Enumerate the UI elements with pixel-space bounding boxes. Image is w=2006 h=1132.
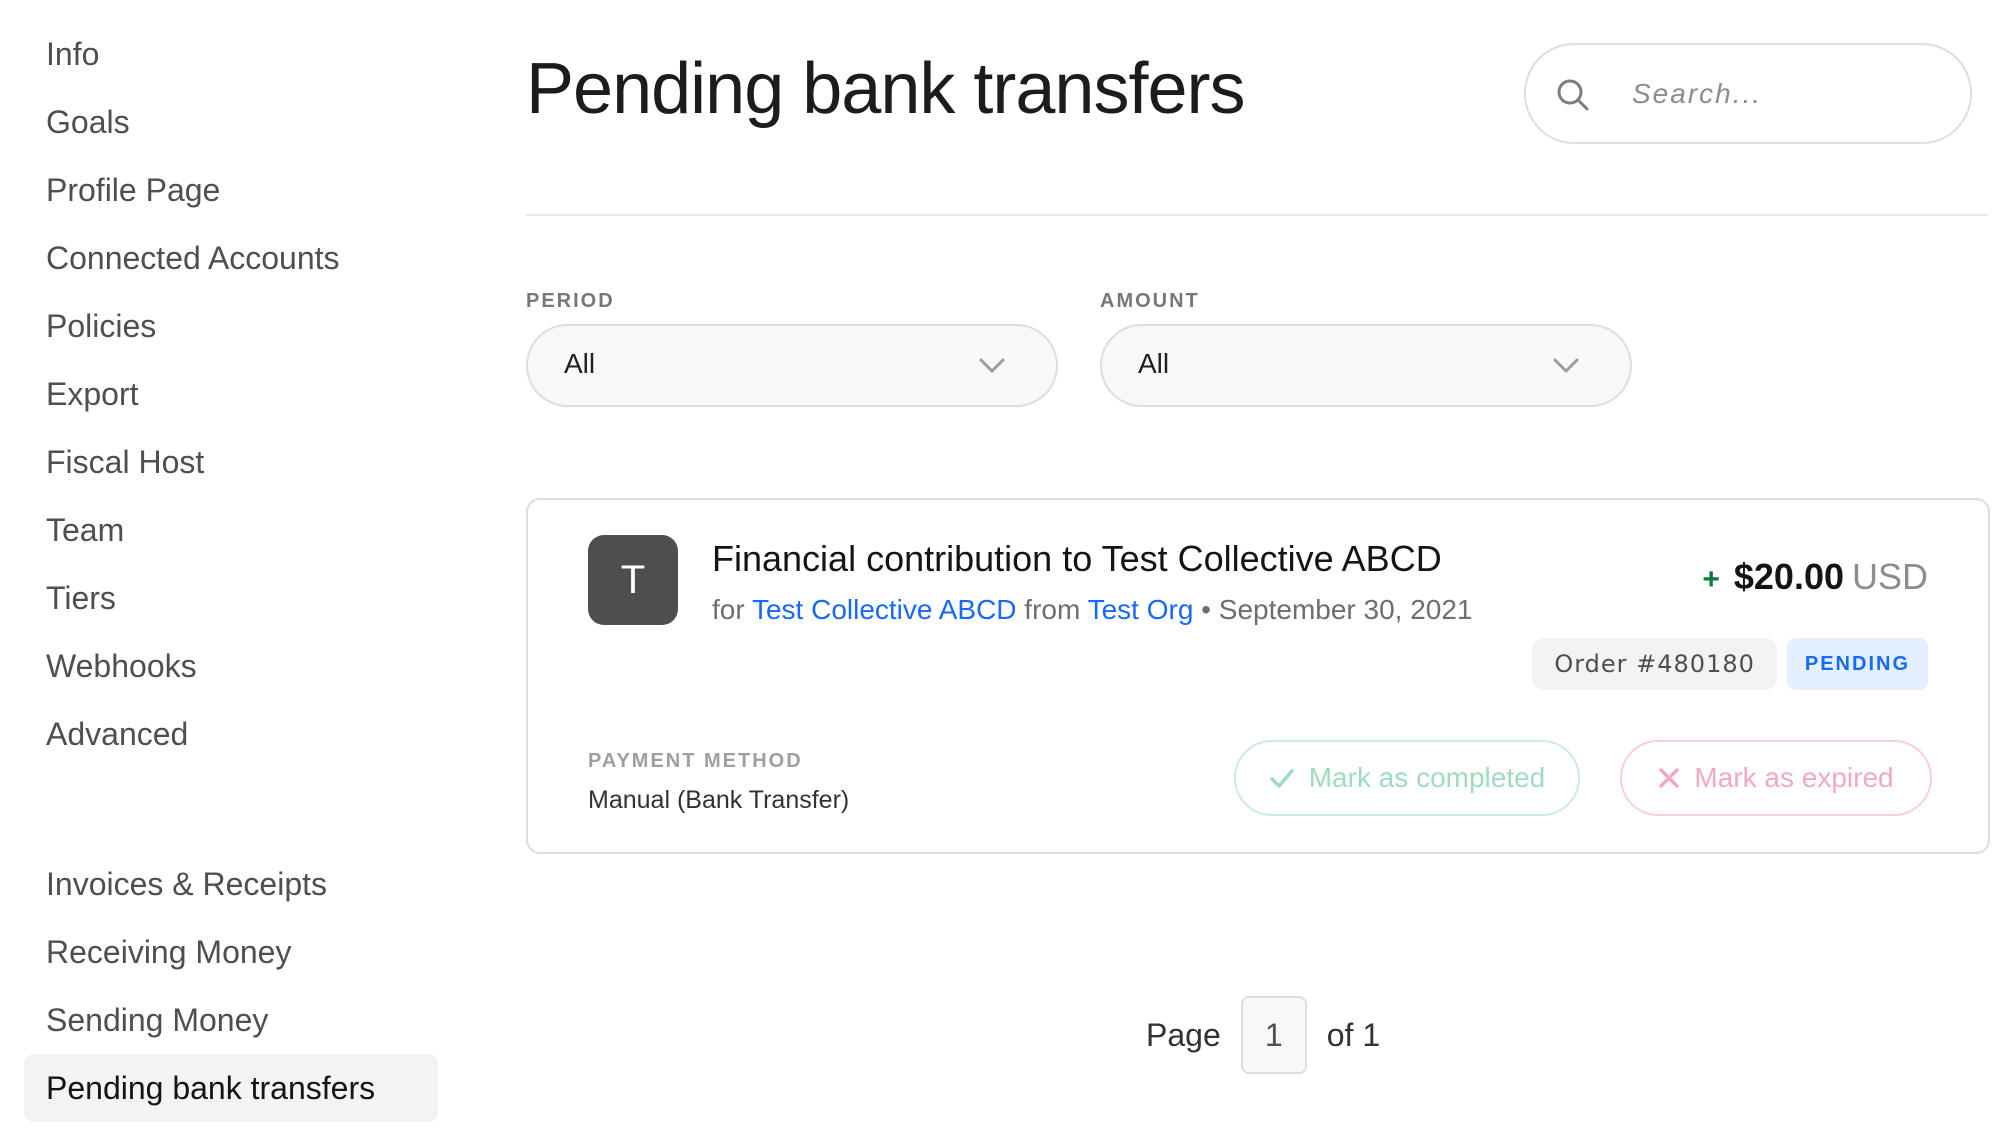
for-text: for — [712, 594, 745, 625]
mark-expired-button[interactable]: Mark as expired — [1620, 740, 1932, 816]
sidebar-item-connected-accounts[interactable]: Connected Accounts — [24, 224, 438, 292]
transfer-card: T Financial contribution to Test Collect… — [526, 498, 1990, 854]
check-icon — [1269, 769, 1294, 788]
mark-completed-label: Mark as completed — [1308, 762, 1546, 793]
transfer-badges: Order #480180 PENDING — [1532, 638, 1928, 690]
search-box[interactable] — [1524, 43, 1972, 144]
header-divider — [526, 214, 1988, 216]
transfer-amount: + $20.00 USD — [1702, 556, 1928, 598]
sidebar-item-sending-money[interactable]: Sending Money — [24, 986, 438, 1054]
sidebar-item-export[interactable]: Export — [24, 360, 438, 428]
page-total: of 1 — [1326, 1016, 1381, 1053]
amount-filter: AMOUNT All — [1100, 288, 1632, 407]
settings-sidebar: Info Goals Profile Page Connected Accoun… — [24, 20, 438, 768]
sidebar-item-pending-bank-transfers[interactable]: Pending bank transfers — [24, 1054, 438, 1122]
page-label: Page — [1146, 1016, 1221, 1053]
sidebar-item-goals[interactable]: Goals — [24, 88, 438, 156]
from-text: from — [1024, 594, 1081, 625]
search-icon — [1556, 78, 1590, 112]
sidebar-item-team[interactable]: Team — [24, 496, 438, 564]
sidebar-item-advanced[interactable]: Advanced — [24, 700, 438, 768]
sidebar-item-receiving-money[interactable]: Receiving Money — [24, 918, 438, 986]
search-input[interactable] — [1632, 71, 1932, 117]
transfer-date: September 30, 2021 — [1218, 594, 1473, 625]
avatar[interactable]: T — [588, 535, 678, 625]
chevron-down-icon — [978, 354, 1006, 376]
page-number-input[interactable]: 1 — [1240, 996, 1307, 1074]
status-badge: PENDING — [1786, 638, 1928, 690]
settings-sidebar-host: Invoices & Receipts Receiving Money Send… — [24, 850, 438, 1122]
amount-filter-label: AMOUNT — [1100, 290, 1200, 312]
period-filter-label: PERIOD — [526, 290, 615, 312]
chevron-down-icon — [1552, 354, 1580, 376]
sidebar-item-profile-page[interactable]: Profile Page — [24, 156, 438, 224]
period-select-value: All — [564, 348, 596, 379]
mark-completed-button[interactable]: Mark as completed — [1234, 740, 1580, 816]
sidebar-item-tiers[interactable]: Tiers — [24, 564, 438, 632]
close-icon — [1659, 768, 1680, 788]
amount-select[interactable]: All — [1100, 324, 1632, 407]
sidebar-item-policies[interactable]: Policies — [24, 292, 438, 360]
pagination: Page 1 of 1 — [1146, 996, 1380, 1074]
transfer-subtitle: for Test Collective ABCD from Test Org •… — [712, 594, 1473, 626]
period-select[interactable]: All — [526, 324, 1058, 407]
sidebar-item-webhooks[interactable]: Webhooks — [24, 632, 438, 700]
amount-sign: + — [1702, 563, 1720, 596]
amount-select-value: All — [1138, 348, 1170, 379]
payment-method-value: Manual (Bank Transfer) — [588, 786, 850, 814]
sidebar-item-invoices-receipts[interactable]: Invoices & Receipts — [24, 850, 438, 918]
period-filter: PERIOD All — [526, 288, 1058, 407]
sidebar-item-info[interactable]: Info — [24, 20, 438, 88]
mark-expired-label: Mark as expired — [1694, 762, 1894, 793]
collective-link[interactable]: Test Collective ABCD — [752, 594, 1017, 625]
order-badge[interactable]: Order #480180 — [1532, 638, 1777, 690]
payment-method-label: PAYMENT METHOD — [588, 750, 803, 772]
from-org-link[interactable]: Test Org — [1088, 594, 1194, 625]
page-title: Pending bank transfers — [526, 49, 1245, 129]
sidebar-item-fiscal-host[interactable]: Fiscal Host — [24, 428, 438, 496]
amount-value: $20.00 — [1733, 556, 1844, 597]
transfer-title: Financial contribution to Test Collectiv… — [712, 538, 1442, 579]
separator: • — [1201, 594, 1211, 625]
amount-currency: USD — [1851, 556, 1928, 597]
